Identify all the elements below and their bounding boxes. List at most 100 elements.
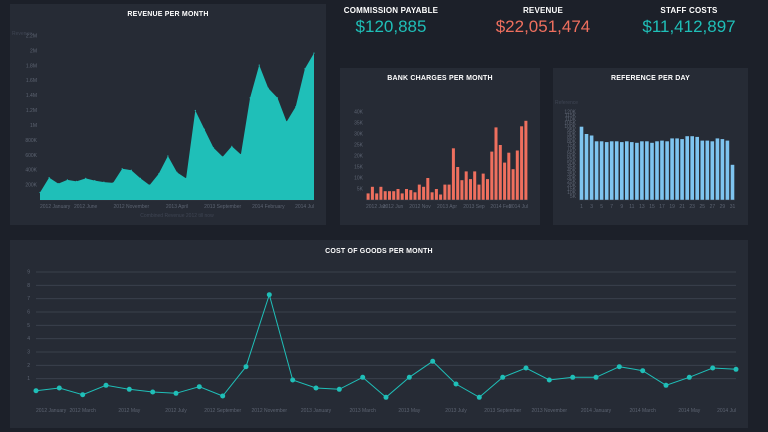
kpi-value: $120,885 xyxy=(355,17,427,36)
bar xyxy=(710,141,715,200)
bar xyxy=(670,138,674,200)
y-tick-label: 9 xyxy=(27,270,30,276)
x-tick-label: 2014 Jul xyxy=(295,204,314,210)
x-tick-label: 2012 July xyxy=(165,408,187,414)
y-tick-label: 35K xyxy=(354,121,364,127)
x-tick-label: 2012 Nov xyxy=(409,204,431,210)
bar xyxy=(434,189,438,200)
bar xyxy=(614,141,619,200)
bar xyxy=(469,179,472,200)
bar xyxy=(409,190,413,200)
data-point xyxy=(103,181,105,183)
bar xyxy=(370,186,374,200)
chart-footnote: Combined Revenue 2012 till now xyxy=(140,213,214,219)
bar xyxy=(375,193,379,200)
cost-of-goods-chart: 1 2 3 4 5 6 7 8 9 2012 January 2012 March 2012 May 2… xyxy=(27,270,739,414)
data-point xyxy=(710,365,716,371)
bar xyxy=(388,191,391,200)
x-tick-label: 2012 January xyxy=(40,204,71,210)
data-point xyxy=(593,374,599,380)
bar xyxy=(730,164,735,200)
x-tick-label: 2013 April xyxy=(166,204,188,210)
data-point xyxy=(406,374,412,380)
x-tick-label: 19 xyxy=(669,204,675,210)
data-point xyxy=(231,145,233,147)
x-tick-label: 2012 Jun xyxy=(383,204,404,210)
x-tick-label: 2014 February xyxy=(252,204,285,210)
x-tick-label: 2014 January xyxy=(581,408,612,414)
x-tick-label: 2013 Apr xyxy=(437,204,457,210)
bar xyxy=(604,142,609,200)
data-point xyxy=(39,191,41,194)
data-point xyxy=(103,382,109,388)
data-point xyxy=(733,366,739,372)
bar xyxy=(690,136,694,200)
data-point xyxy=(430,358,436,364)
data-point xyxy=(66,179,68,181)
x-tick-label: 2014 May xyxy=(678,408,700,414)
x-tick-label: 2012 September xyxy=(204,408,241,414)
bar xyxy=(685,136,689,200)
bar xyxy=(511,169,515,200)
data-point xyxy=(196,384,202,390)
data-point xyxy=(258,64,260,66)
data-point xyxy=(48,177,50,179)
kpi-label: STAFF COSTS xyxy=(660,6,718,15)
bar xyxy=(379,186,383,200)
x-tick-label: 2014 Jul xyxy=(509,204,528,210)
x-tick-label: 15 xyxy=(649,204,655,210)
x-tick-label: 2014 March xyxy=(629,408,656,414)
bar xyxy=(660,140,664,200)
data-point xyxy=(185,177,187,179)
bar xyxy=(383,191,387,200)
y-tick-label: 3 xyxy=(27,350,30,356)
bar xyxy=(422,186,426,200)
y-tick-label: 1 xyxy=(27,376,30,382)
x-tick-label: 25 xyxy=(700,204,706,210)
data-point xyxy=(360,374,366,380)
bar xyxy=(715,138,720,200)
data-point xyxy=(313,52,315,54)
bar xyxy=(635,142,639,200)
bar xyxy=(680,139,684,200)
data-point xyxy=(304,68,306,70)
y-tick-label: 800K xyxy=(25,138,37,144)
x-tick-label: 9 xyxy=(620,204,623,210)
y-tick-label: 600K xyxy=(25,153,37,159)
y-tick-label: 4 xyxy=(27,336,30,342)
bar xyxy=(392,191,396,200)
bar xyxy=(366,193,370,200)
x-tick-label: 2013 September xyxy=(484,408,521,414)
bar xyxy=(594,141,599,200)
data-point xyxy=(130,169,132,171)
bar xyxy=(396,189,400,200)
y-tick-label: 1.2M xyxy=(26,108,37,114)
bar xyxy=(620,142,624,200)
bank-charges-panel: BANK CHARGES PER MONTH 5K 10K 15K 20K 25K 30K… xyxy=(340,68,540,225)
y-tick-label: 1M xyxy=(30,123,37,129)
data-point xyxy=(112,182,114,184)
bar xyxy=(589,135,594,200)
x-tick-label: 2013 Sep xyxy=(463,204,485,210)
reference-per-day-panel: REFERENCE PER DAY Reference 5K 10K 15K 20K 25… xyxy=(553,68,748,225)
bar xyxy=(515,150,519,200)
x-tick-label: 23 xyxy=(689,204,695,210)
y-tick-label: 1.4M xyxy=(26,93,37,99)
data-point xyxy=(150,389,156,395)
data-point xyxy=(80,392,86,398)
x-tick-label: 2012 March xyxy=(69,408,96,414)
bar xyxy=(477,184,481,200)
y-tick-label: 40K xyxy=(354,110,364,116)
data-point xyxy=(290,377,296,383)
x-tick-label: 1 xyxy=(580,204,583,210)
data-point xyxy=(194,109,196,112)
bar xyxy=(473,171,477,200)
data-point xyxy=(336,386,342,392)
cost-of-goods-panel: COST OF GOODS PER MONTH 1 2 3 4 5 6 7 8 9 2012 Ja… xyxy=(10,240,748,428)
x-tick-label: 5 xyxy=(600,204,603,210)
y-tick-label: 15K xyxy=(354,165,364,171)
y-tick-label: 30K xyxy=(354,132,364,138)
bar xyxy=(625,141,629,200)
bar xyxy=(439,194,443,200)
bar xyxy=(498,145,502,200)
